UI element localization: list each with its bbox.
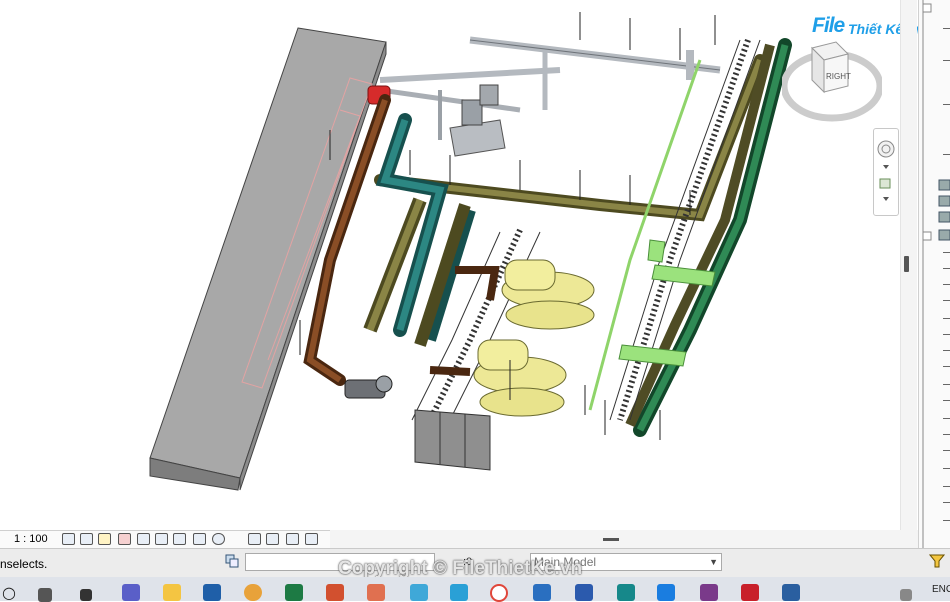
worksharing-display-icon[interactable] xyxy=(248,533,261,545)
chiller-1 xyxy=(501,259,595,330)
search-icon[interactable]: ○ xyxy=(2,583,16,602)
system-tray-icon[interactable] xyxy=(900,589,912,601)
viewcube-graphic: RIGHT xyxy=(780,41,884,122)
outlook-icon[interactable] xyxy=(533,584,551,601)
navigation-bar[interactable] xyxy=(873,128,899,216)
crop-region-icon[interactable] xyxy=(173,533,186,545)
file-explorer-icon[interactable] xyxy=(163,584,181,601)
highlight-displacement-icon[interactable] xyxy=(305,533,318,545)
worksets-icon[interactable] xyxy=(224,553,240,569)
reveal-hidden-icon[interactable] xyxy=(230,533,243,545)
steering-wheel-icon xyxy=(877,140,895,158)
unlock-3d-view-icon[interactable] xyxy=(193,533,206,545)
vertical-scroll-thumb[interactable] xyxy=(904,256,909,272)
view-icons xyxy=(938,179,950,241)
revit-model-drawing xyxy=(149,12,792,491)
teams-icon[interactable] xyxy=(122,584,140,601)
task-view-icon[interactable] xyxy=(80,589,92,601)
pump-bottom xyxy=(344,375,393,399)
word-icon[interactable] xyxy=(575,584,593,601)
status-message: nselects. xyxy=(0,557,48,571)
revit-icon[interactable] xyxy=(203,584,221,601)
teal-pipe-2 xyxy=(424,208,476,342)
windows-icon[interactable] xyxy=(38,588,52,602)
hide-analytical-model-icon[interactable] xyxy=(286,533,299,545)
chrome-icon[interactable] xyxy=(244,584,262,601)
viewcube-face-right: RIGHT xyxy=(826,72,851,81)
project-browser-tree xyxy=(922,0,950,548)
excel-icon[interactable] xyxy=(285,584,303,601)
windows-taskbar xyxy=(0,577,950,601)
viewcube[interactable]: RIGHT xyxy=(780,34,884,129)
chevron-down-icon xyxy=(883,165,889,169)
powerpoint-icon[interactable] xyxy=(326,584,344,601)
electrical-panel xyxy=(414,409,491,471)
brown-pipe-2 xyxy=(455,266,500,301)
sticky-notes-icon[interactable] xyxy=(410,584,428,601)
sun-path-icon[interactable] xyxy=(98,533,111,545)
3d-viewport[interactable]: File Thiết Kế.vn RIGHT xyxy=(0,0,918,530)
shadows-icon[interactable] xyxy=(118,533,131,545)
temporary-view-properties-icon[interactable] xyxy=(266,533,279,545)
language-indicator[interactable]: ENG xyxy=(932,584,950,595)
concrete-wall-top xyxy=(149,27,387,479)
chevron-down-icon: ▼ xyxy=(709,557,718,567)
temporary-hide-icon[interactable] xyxy=(212,533,225,545)
filter-icon[interactable] xyxy=(929,553,945,569)
detail-level-icon[interactable] xyxy=(62,533,75,545)
zalo-icon[interactable] xyxy=(657,584,675,601)
project-browser-panel[interactable] xyxy=(918,0,950,548)
visual-style-icon[interactable] xyxy=(80,533,93,545)
acrobat-icon[interactable] xyxy=(741,584,759,601)
vertical-scrollbar[interactable] xyxy=(900,0,917,548)
chevron-down-icon xyxy=(883,197,889,201)
revit-app-icon[interactable] xyxy=(782,584,800,601)
crop-view-icon[interactable] xyxy=(155,533,168,545)
horizontal-scroll-thumb[interactable] xyxy=(603,538,619,541)
pump-station-top xyxy=(449,84,506,157)
brown-pipe-3 xyxy=(429,366,471,376)
steel-top-header xyxy=(379,36,721,140)
winrar-icon[interactable] xyxy=(700,584,718,601)
rendering-icon[interactable] xyxy=(137,533,150,545)
opera-icon[interactable] xyxy=(490,584,508,602)
view-scale-label[interactable]: 1 : 100 xyxy=(14,533,48,545)
zoom-icon xyxy=(879,178,891,189)
photos-icon[interactable] xyxy=(450,584,468,601)
app-icon[interactable] xyxy=(617,584,635,601)
chiller-2 xyxy=(473,339,567,417)
powerpoint-file-icon[interactable] xyxy=(367,584,385,601)
